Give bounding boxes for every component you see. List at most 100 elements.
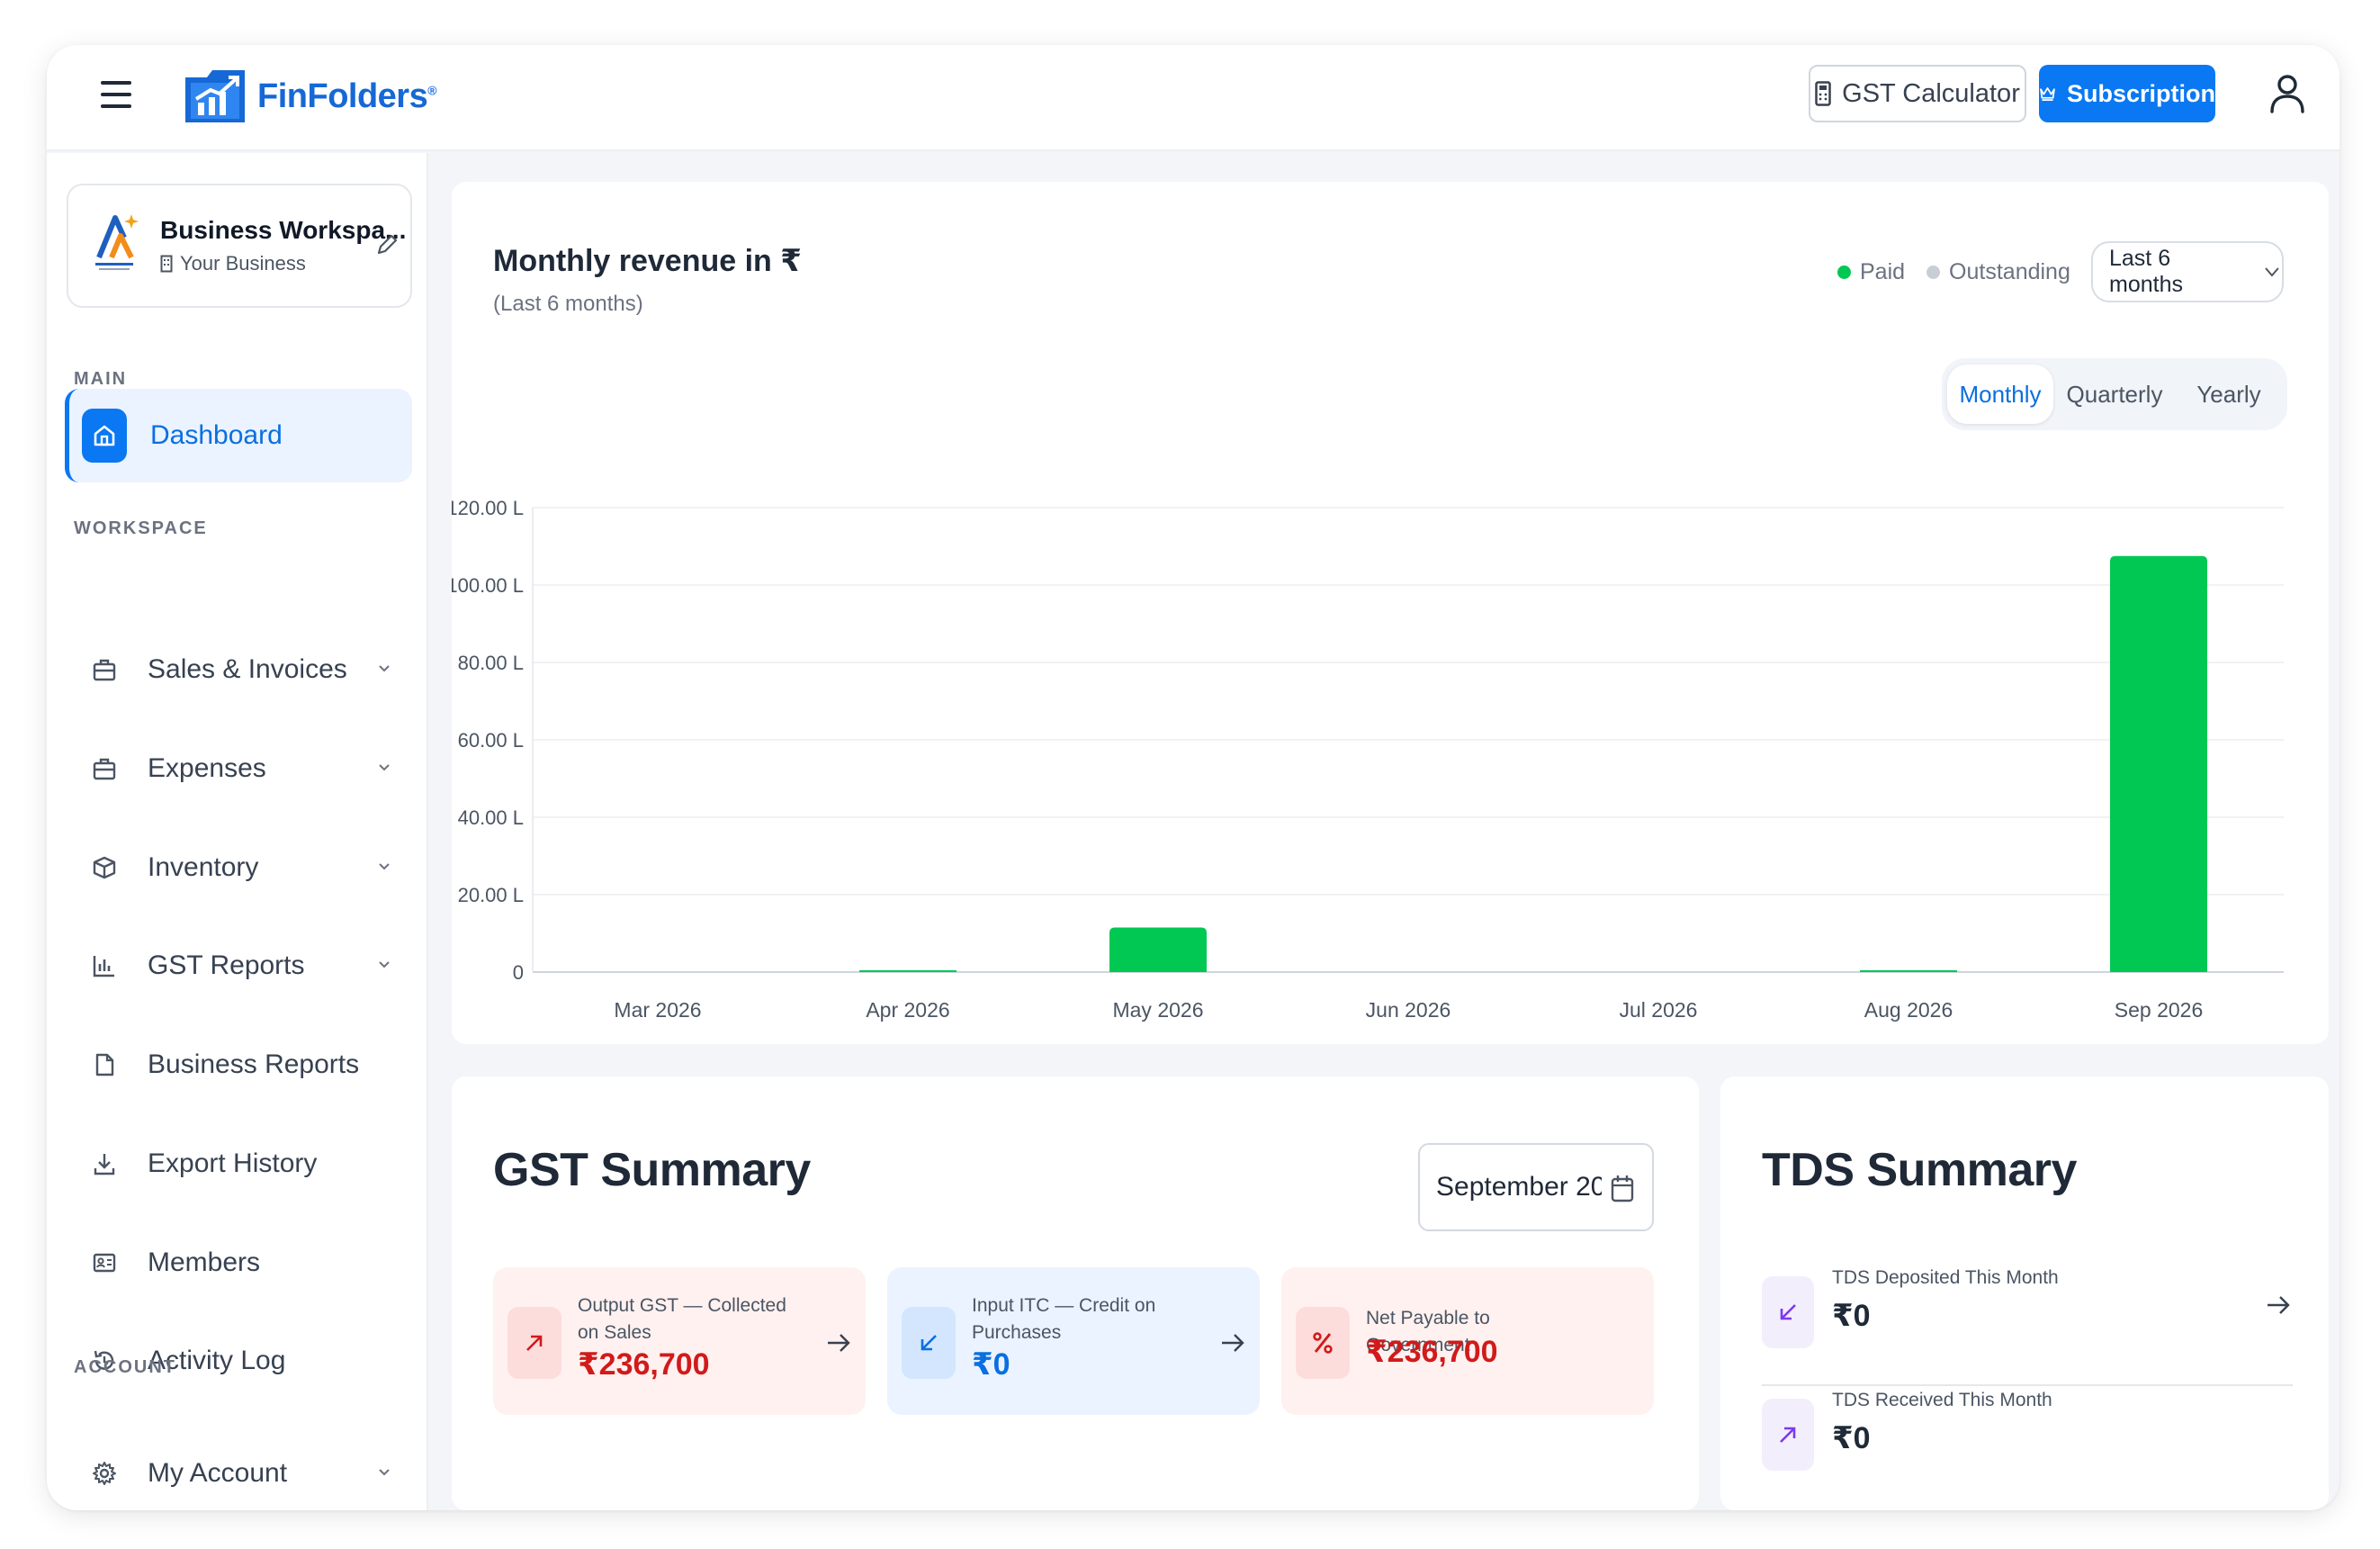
sidebar-item-members[interactable]: Members [65,1227,412,1299]
arrow-down-left-icon [1762,1276,1814,1348]
tds-summary-title: TDS Summary [1762,1144,2077,1196]
gst-net-payable-card[interactable]: Net Payable to Government ₹236,700 [1281,1267,1654,1415]
bar-paid [2110,555,2207,972]
gst-input-itc-card[interactable]: Input ITC — Credit on Purchases ₹0 [887,1267,1260,1415]
revenue-chart-card: Monthly revenue in ₹ (Last 6 months) Pai… [452,182,2329,1044]
y-tick-label: 0 [513,961,524,984]
y-tick-label: 120.00 L [452,497,524,519]
y-tick-label: 20.00 L [458,884,524,906]
gst-output-card[interactable]: Output GST — Collected on Sales ₹236,700 [493,1267,866,1415]
tds-deposited-amount: ₹0 [1832,1299,1871,1333]
tds-received-row[interactable]: TDS Received This Month ₹0 [1762,1381,2293,1489]
sidebar-item-gst-reports[interactable]: GST Reports [65,930,412,1002]
chevron-down-icon[interactable] [374,1463,394,1482]
subscription-label: Subscription [2066,79,2215,107]
x-tick-label: Apr 2026 [866,998,949,1022]
download-icon [90,1149,119,1178]
gst-calculator-label: GST Calculator [1842,78,2020,108]
tds-deposited-label: TDS Deposited This Month [1832,1267,2059,1288]
bar-paid [1860,970,1957,972]
month-picker[interactable]: September 2026 [1418,1143,1654,1231]
tds-received-amount: ₹0 [1832,1421,1871,1455]
crown-icon [2040,87,2055,102]
gst-net-payable-amount: ₹236,700 [1366,1335,1498,1369]
id-card-icon [90,1248,119,1277]
x-tick-label: Jul 2026 [1620,998,1698,1022]
x-tick-label: May 2026 [1112,998,1203,1022]
x-tick-label: Jun 2026 [1366,998,1451,1022]
chevron-down-icon[interactable] [374,758,394,778]
gst-input-amount: ₹0 [972,1347,1010,1382]
box-icon [90,853,119,882]
calculator-icon [1815,81,1831,106]
brand-registered-mark: ® [427,82,437,97]
edit-pencil-icon[interactable] [374,232,400,257]
section-label-account: ACCOUNT [74,1357,176,1377]
gear-icon [90,1459,119,1488]
workspace-subtitle: Your Business [160,252,306,275]
month-picker-value: September 2026 [1436,1172,1602,1202]
tds-received-label: TDS Received This Month [1832,1390,2052,1410]
gst-input-label: Input ITC — Credit on Purchases [972,1295,1156,1343]
chevron-down-icon[interactable] [374,659,394,679]
sidebar-item-business-reports[interactable]: Business Reports [65,1029,412,1101]
finfolders-logo-icon [185,70,245,122]
workspace-switcher[interactable]: Business Workspa... Your Business [67,184,412,308]
tds-summary-card: TDS Summary TDS Deposited This Month ₹0 … [1720,1076,2329,1510]
bar-paid [859,970,956,972]
sidebar-item-label: My Account [148,1458,288,1488]
arrow-up-right-icon [1762,1399,1814,1471]
subscription-button[interactable]: Subscription [2039,65,2215,122]
gst-calculator-button[interactable]: GST Calculator [1809,65,2026,122]
brand-name: FinFolders [257,77,428,115]
workspace-logo [95,214,139,270]
menu-toggle-icon[interactable] [101,81,131,108]
sidebar-item-inventory[interactable]: Inventory [65,832,412,904]
bar-paid [1109,927,1207,972]
app-window: FinFolders® GST Calculator Subscription [47,45,2340,1510]
sidebar-item-export-history[interactable]: Export History [65,1128,412,1200]
workspace-name: Business Workspa... [160,216,407,244]
chevron-down-icon[interactable] [374,857,394,877]
user-profile-icon[interactable] [2268,72,2307,115]
arrow-right-icon [828,1334,850,1352]
top-bar: FinFolders® GST Calculator Subscription [47,45,2340,151]
y-tick-label: 80.00 L [458,652,524,674]
sidebar-item-label: Sales & Invoices [148,654,347,684]
sidebar-item-my-account[interactable]: My Account [65,1437,412,1509]
arrow-up-right-icon [507,1307,561,1379]
arrow-right-icon [2268,1296,2290,1314]
workspace-subtitle-text: Your Business [180,252,306,275]
sidebar-item-expenses[interactable]: Expenses [65,733,412,805]
percent-icon [1296,1307,1350,1379]
tds-deposited-row[interactable]: TDS Deposited This Month ₹0 [1762,1258,2293,1366]
briefcase-icon [90,655,119,684]
gst-output-amount: ₹236,700 [578,1347,710,1382]
sidebar-item-label: Business Reports [148,1049,360,1079]
calendar-icon [1611,1175,1634,1202]
section-label-main: MAIN [74,369,128,389]
x-tick-label: Aug 2026 [1864,998,1953,1022]
revenue-bar-chart: 0 20.00 L 40.00 L 60.00 L 80.00 L 100.00 L 120… [452,497,2284,1022]
briefcase-icon [90,754,119,783]
home-icon [82,409,127,463]
gst-summary-title: GST Summary [493,1144,811,1196]
arrow-right-icon [1222,1334,1244,1352]
x-tick-label: Sep 2026 [2115,998,2203,1022]
gst-output-label: Output GST — Collected on Sales [578,1295,786,1343]
gst-summary-card: GST Summary September 2026 Output GST — … [452,1076,1699,1510]
sidebar-item-label: Members [148,1247,261,1277]
sidebar-item-label: Expenses [148,753,266,783]
brand-logo[interactable]: FinFolders® [182,65,437,128]
sidebar-item-dashboard[interactable]: Dashboard [65,389,412,482]
section-label-workspace: WORKSPACE [74,518,208,538]
bar-chart-icon [90,951,119,980]
chevron-down-icon[interactable] [374,955,394,975]
sidebar-item-label: GST Reports [148,950,305,980]
sidebar-item-sales-invoices[interactable]: Sales & Invoices [65,634,412,706]
y-tick-label: 40.00 L [458,806,524,829]
building-icon [160,255,173,273]
sidebar: Business Workspa... Your Business MAIN D… [47,153,428,1510]
x-tick-label: Mar 2026 [614,998,701,1022]
sidebar-item-label: Dashboard [150,420,283,450]
